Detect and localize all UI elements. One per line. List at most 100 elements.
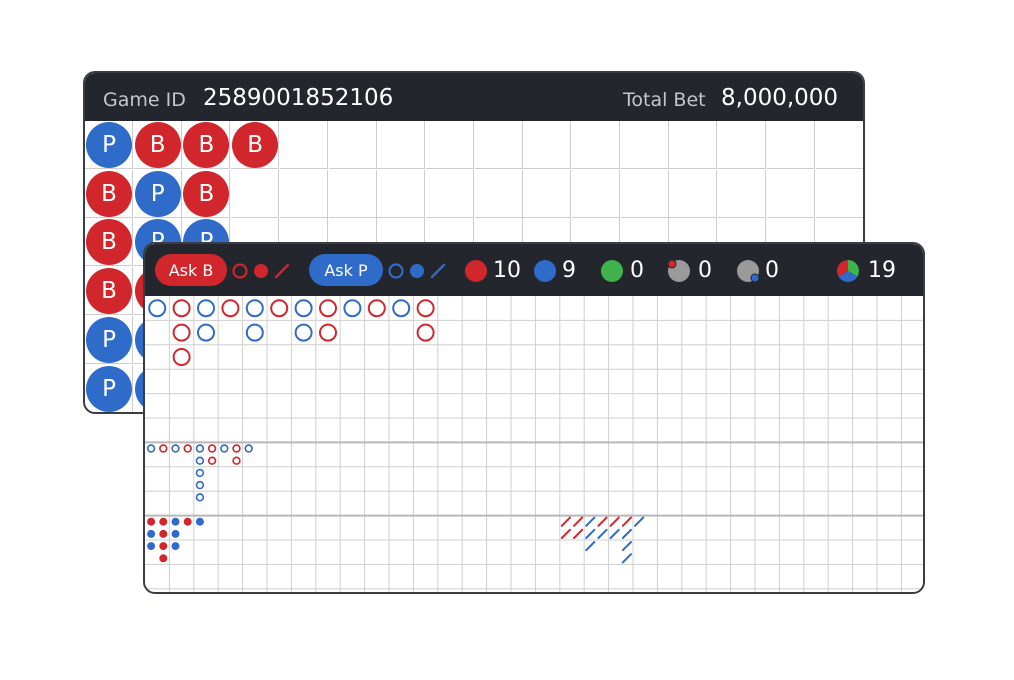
- cockroach-slash: [560, 516, 571, 527]
- big-eye-ring: [195, 480, 205, 490]
- roadmap-toolbar: Ask B Ask P 10 9 0 0 0 19: [145, 244, 923, 296]
- big-eye-ring: [195, 493, 205, 502]
- banker-bead: B: [134, 122, 181, 168]
- small-road-dot: [147, 517, 156, 526]
- ask-banker-predictions: [232, 263, 290, 279]
- big-road-player-ring: [197, 299, 215, 318]
- small-road-dot: [159, 554, 168, 563]
- big-eye-ring: [171, 444, 180, 453]
- big-road-player-ring: [245, 299, 264, 318]
- cockroach-slash: [597, 516, 608, 527]
- player-dot-icon: [534, 260, 556, 282]
- small-road-dot: [159, 542, 168, 551]
- bead-road-cell: [279, 121, 328, 169]
- big-road-banker-ring: [172, 348, 191, 366]
- bead-road-cell: [766, 121, 815, 169]
- small-road-dot: [159, 529, 168, 538]
- big-eye-ring: [195, 456, 205, 465]
- player-bead: P: [86, 122, 132, 168]
- game-id-value: 2589001852106: [203, 85, 394, 111]
- bead-road-cell: [815, 121, 863, 169]
- banker-bead: B: [86, 268, 132, 315]
- big-road-player-ring: [392, 299, 411, 318]
- big-road-banker-ring: [319, 299, 337, 318]
- big-road-banker-ring: [319, 323, 337, 342]
- bead-road-cell: [328, 169, 377, 218]
- solid-dot-icon: [254, 264, 268, 278]
- solid-dot-icon: [410, 264, 424, 278]
- big-road-banker-ring: [270, 299, 289, 318]
- bead-road-cell: [474, 169, 523, 218]
- bead-road-cell: [620, 121, 669, 169]
- bead-road-cell: [572, 169, 620, 218]
- player-count: 9: [562, 258, 576, 283]
- banker-pair-icon: [667, 259, 690, 282]
- big-eye-ring: [159, 444, 168, 453]
- ask-banker-button[interactable]: Ask B: [155, 254, 227, 286]
- banker-dot-icon: [465, 260, 487, 282]
- tie-count: 0: [630, 258, 644, 283]
- game-id-label: Game ID: [103, 89, 186, 111]
- cockroach-slash: [597, 528, 608, 539]
- big-eye-ring: [183, 444, 192, 453]
- big-road-banker-ring: [172, 299, 191, 318]
- cockroach-slash: [585, 528, 596, 539]
- big-road-player-ring: [294, 299, 313, 318]
- big-road-player-ring: [294, 323, 313, 342]
- roadmap-panel: Ask B Ask P 10 9 0 0 0 19: [143, 242, 925, 594]
- big-eye-ring: [195, 444, 205, 453]
- total-bet-label: Total Bet: [623, 89, 706, 111]
- cockroach-slash: [573, 516, 584, 527]
- banker-bead: B: [232, 122, 279, 168]
- bead-road-cell: [620, 169, 669, 218]
- small-road-dot: [147, 542, 156, 551]
- big-road-player-ring: [343, 299, 362, 318]
- bead-road-cell: [279, 169, 328, 218]
- bead-road-cell: [328, 121, 377, 169]
- big-eye-ring: [207, 456, 217, 465]
- cockroach-slash: [621, 528, 632, 539]
- big-eye-ring: [232, 444, 241, 453]
- total-bet-value: 8,000,000: [721, 85, 839, 111]
- bead-road-cell: [815, 169, 863, 218]
- big-eye-ring: [207, 444, 217, 453]
- big-road-player-ring: [245, 323, 264, 342]
- cockroach-slash: [634, 516, 645, 527]
- big-eye-ring: [244, 444, 253, 453]
- bead-road-cell: [425, 169, 474, 218]
- cockroach-slash: [621, 516, 632, 527]
- cockroach-slash: [621, 553, 632, 564]
- bead-road-cell: [572, 121, 620, 169]
- big-eye-ring: [146, 444, 156, 453]
- cockroach-slash: [609, 516, 620, 527]
- cockroach-slash: [621, 541, 632, 552]
- bead-road-cell: [377, 121, 426, 169]
- bead-road-cell: [669, 121, 718, 169]
- big-eye-ring: [220, 444, 229, 453]
- small-road-dot: [147, 529, 156, 538]
- big-road-banker-ring: [172, 323, 191, 342]
- bead-road-cell: [377, 169, 426, 218]
- banker-bead: B: [183, 170, 230, 217]
- hollow-circle-icon: [232, 263, 248, 279]
- small-road-dot: [171, 517, 180, 526]
- player-pair-count: 0: [765, 258, 779, 283]
- big-road-player-ring: [197, 323, 215, 342]
- bead-road-cell: [718, 121, 767, 169]
- big-eye-ring: [232, 456, 241, 465]
- bead-road-cell: [718, 169, 767, 218]
- big-road-banker-ring: [367, 299, 386, 318]
- slash-icon: [274, 263, 290, 279]
- cockroach-slash: [560, 528, 571, 539]
- small-road-dot: [195, 517, 204, 526]
- slash-icon: [430, 263, 446, 279]
- big-road-banker-ring: [416, 323, 435, 342]
- big-road-player-ring: [148, 299, 167, 318]
- game-info-header: Game ID 2589001852106 Total Bet 8,000,00…: [85, 73, 863, 121]
- bead-road-cell: [523, 169, 572, 218]
- player-pair-icon: [737, 260, 760, 283]
- ask-player-button[interactable]: Ask P: [309, 254, 383, 286]
- total-rounds-icon: [837, 260, 859, 282]
- player-bead: P: [86, 316, 132, 363]
- player-bead: P: [86, 365, 132, 412]
